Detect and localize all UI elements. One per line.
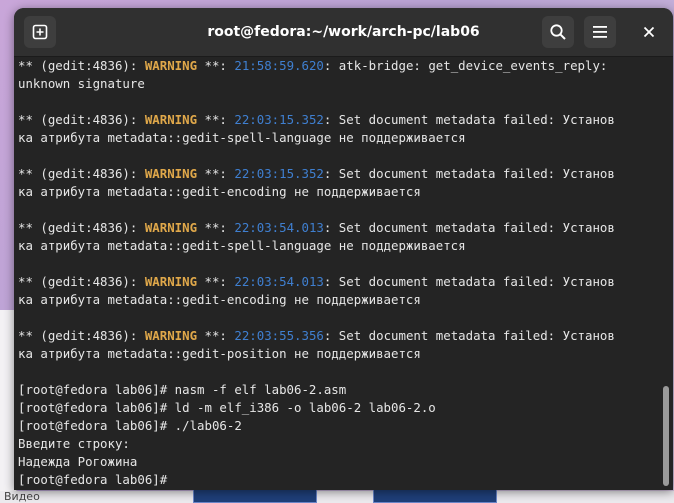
- window-title: root@fedora:~/work/arch-pc/lab06: [207, 24, 480, 40]
- terminal-line: ** (gedit:4836): WARNING **: 22:03:55.35…: [18, 327, 660, 345]
- background-taskbar-label: Видео: [4, 490, 40, 503]
- terminal-line: ка атрибута metadata::gedit-encoding не …: [18, 291, 660, 309]
- warning-label: WARNING: [144, 58, 198, 73]
- terminal-line: Надежда Рогожина: [18, 453, 660, 471]
- timestamp: 22:03:54.013: [234, 220, 324, 235]
- warning-label: WARNING: [144, 274, 198, 289]
- log-text: **:: [197, 274, 235, 289]
- log-text: [root@fedora lab06]# ld -m elf_i386 -o l…: [18, 400, 436, 415]
- log-text: : Set document metadata failed: Установ: [323, 112, 615, 127]
- log-text: : atk-bridge: get_device_events_reply:: [323, 58, 608, 73]
- timestamp: 21:58:59.620: [234, 58, 324, 73]
- log-text: ** (gedit:4836):: [18, 58, 145, 73]
- warning-label: WARNING: [144, 112, 198, 127]
- log-text: ка атрибута metadata::gedit-spell-langua…: [18, 130, 466, 145]
- log-text: : Set document metadata failed: Установ: [323, 166, 615, 181]
- titlebar: root@fedora:~/work/arch-pc/lab06: [14, 8, 673, 57]
- background-taskbar: [0, 491, 674, 503]
- terminal-line: ** (gedit:4836): WARNING **: 22:03:15.35…: [18, 111, 660, 129]
- log-text: **:: [197, 328, 235, 343]
- log-text: [root@fedora lab06]# ./lab06-2: [18, 418, 242, 433]
- terminal-line: ** (gedit:4836): WARNING **: 22:03:15.35…: [18, 165, 660, 183]
- log-text: ка атрибута metadata::gedit-spell-langua…: [18, 238, 466, 253]
- log-text: ** (gedit:4836):: [18, 220, 145, 235]
- close-icon: [643, 26, 655, 38]
- timestamp: 22:03:55.356: [234, 328, 324, 343]
- log-text: ** (gedit:4836):: [18, 112, 145, 127]
- close-button[interactable]: [635, 16, 663, 48]
- warning-label: WARNING: [144, 328, 198, 343]
- log-text: ** (gedit:4836):: [18, 328, 145, 343]
- terminal-line: [root@fedora lab06]#: [18, 471, 660, 489]
- terminal-window: root@fedora:~/work/arch-pc/lab06 ** (ged…: [14, 8, 673, 490]
- terminal-line: Введите строку:: [18, 435, 660, 453]
- timestamp: 22:03:15.352: [234, 112, 324, 127]
- terminal-line: [root@fedora lab06]# nasm -f elf lab06-2…: [18, 381, 660, 399]
- warning-label: WARNING: [144, 220, 198, 235]
- search-icon: [550, 24, 566, 40]
- terminal-line: ** (gedit:4836): WARNING **: 21:58:59.62…: [18, 57, 660, 75]
- log-text: **:: [197, 58, 235, 73]
- terminal-line: ** (gedit:4836): WARNING **: 22:03:54.01…: [18, 273, 660, 291]
- log-text: : Set document metadata failed: Установ: [323, 328, 615, 343]
- log-text: **:: [197, 166, 235, 181]
- log-text: Надежда Рогожина: [18, 454, 138, 469]
- menu-button[interactable]: [584, 16, 616, 48]
- search-button[interactable]: [542, 16, 574, 48]
- terminal-line: unknown signature: [18, 75, 660, 93]
- background-thumbnail: [193, 489, 317, 503]
- log-text: : Set document metadata failed: Установ: [323, 274, 615, 289]
- background-thumbnail: [373, 489, 497, 503]
- timestamp: 22:03:54.013: [234, 274, 324, 289]
- log-text: Введите строку:: [18, 436, 130, 451]
- log-text: ка атрибута metadata::gedit-encoding не …: [18, 292, 421, 307]
- log-text: ** (gedit:4836):: [18, 166, 145, 181]
- terminal-line: ка атрибута metadata::gedit-encoding не …: [18, 183, 660, 201]
- log-text: unknown signature: [18, 76, 145, 91]
- log-text: ка атрибута metadata::gedit-position не …: [18, 346, 421, 361]
- terminal-scrollbar[interactable]: [661, 57, 669, 490]
- terminal-line: [root@fedora lab06]# ./lab06-2: [18, 417, 660, 435]
- timestamp: 22:03:15.352: [234, 166, 324, 181]
- terminal-line: ** (gedit:4836): WARNING **: 22:03:54.01…: [18, 219, 660, 237]
- scrollbar-thumb[interactable]: [663, 386, 669, 486]
- log-text: **:: [197, 112, 235, 127]
- hamburger-menu-icon: [593, 26, 607, 38]
- log-text: ** (gedit:4836):: [18, 274, 145, 289]
- log-text: [root@fedora lab06]# nasm -f elf lab06-2…: [18, 382, 347, 397]
- terminal-line: ка атрибута metadata::gedit-spell-langua…: [18, 129, 660, 147]
- terminal-output[interactable]: ** (gedit:4836): WARNING **: 21:58:59.62…: [14, 57, 660, 490]
- log-text: **:: [197, 220, 235, 235]
- terminal-line: ка атрибута metadata::gedit-spell-langua…: [18, 237, 660, 255]
- terminal-line: [root@fedora lab06]# ld -m elf_i386 -o l…: [18, 399, 660, 417]
- log-text: [root@fedora lab06]#: [18, 472, 175, 487]
- terminal-line: ка атрибута metadata::gedit-position не …: [18, 345, 660, 363]
- log-text: ка атрибута metadata::gedit-encoding не …: [18, 184, 421, 199]
- warning-label: WARNING: [144, 166, 198, 181]
- log-text: : Set document metadata failed: Установ: [323, 220, 615, 235]
